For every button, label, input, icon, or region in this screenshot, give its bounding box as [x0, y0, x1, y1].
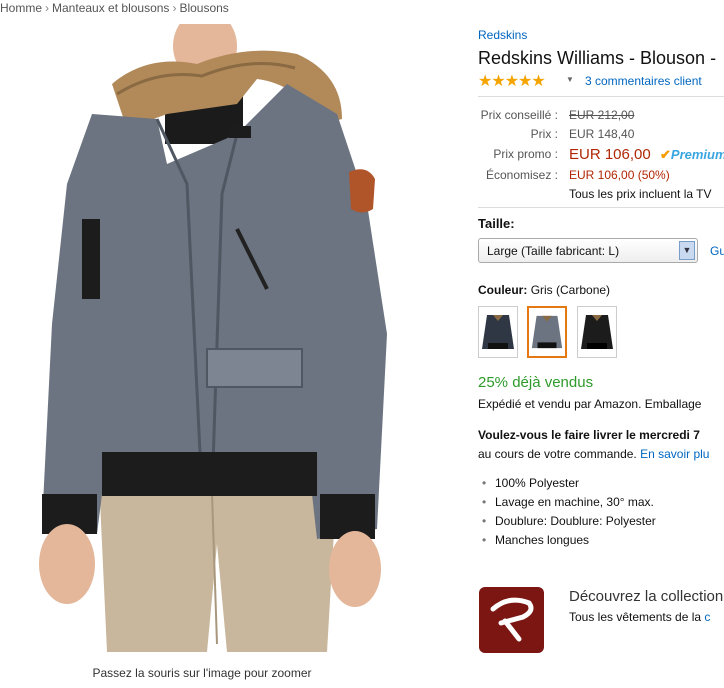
color-swatch-black[interactable]: [577, 306, 617, 358]
chevron-down-icon[interactable]: ▼: [679, 241, 695, 260]
breadcrumb-blousons[interactable]: Blousons: [179, 1, 228, 15]
feature-item: Manches longues: [478, 531, 656, 550]
size-select-value: Large (Taille fabricant: L): [487, 244, 620, 258]
promo-sub-text: Tous les vêtements de la: [569, 610, 702, 624]
promo-link[interactable]: c: [704, 610, 710, 624]
prime-badge[interactable]: ✔Premium: [660, 147, 724, 163]
delivery-question: Voulez-vous le faire livrer le mercredi …: [478, 428, 700, 442]
size-guide-link[interactable]: Gu: [710, 244, 724, 258]
size-select[interactable]: Large (Taille fabricant: L) ▼: [478, 238, 698, 263]
delivery-sub-text: au cours de votre commande.: [478, 447, 637, 461]
savings-label: Économisez :: [485, 168, 558, 182]
rating-stars[interactable]: ★★★★★: [478, 71, 546, 91]
list-price-label: Prix conseillé :: [480, 108, 558, 122]
color-label: Couleur: Gris (Carbone): [478, 283, 610, 297]
product-image[interactable]: [37, 24, 392, 652]
size-label: Taille:: [478, 216, 515, 231]
checkmark-icon: ✔: [660, 147, 671, 162]
divider: [478, 207, 724, 208]
zoom-hint: Passez la souris sur l'image pour zoomer: [92, 666, 312, 680]
breadcrumb: Homme › Manteaux et blousons › Blousons: [0, 1, 229, 15]
color-swatch-grey[interactable]: [527, 306, 567, 358]
promo-title[interactable]: Découvrez la collection: [569, 588, 723, 605]
brand-link[interactable]: Redskins: [478, 28, 527, 42]
tax-note: Tous les prix incluent la TV: [569, 187, 712, 201]
feature-item: 100% Polyester: [478, 474, 656, 493]
price-label: Prix :: [530, 127, 558, 141]
price-value: EUR 148,40: [569, 127, 635, 141]
chevron-right-icon: ›: [172, 1, 177, 15]
color-label-key: Couleur:: [478, 283, 528, 297]
promo-price-label: Prix promo :: [493, 147, 558, 161]
feature-list: 100% Polyester Lavage en machine, 30° ma…: [478, 474, 656, 550]
feature-item: Lavage en machine, 30° max.: [478, 493, 656, 512]
shipped-by: Expédié et vendu par Amazon. Emballage: [478, 397, 702, 411]
color-value: Gris (Carbone): [530, 283, 611, 297]
reviews-link[interactable]: 3 commentaires client: [585, 74, 702, 88]
breadcrumb-manteaux[interactable]: Manteaux et blousons: [52, 1, 169, 15]
list-price-value: EUR 212,00: [569, 108, 635, 122]
chevron-right-icon: ›: [45, 1, 50, 15]
sold-percentage: 25% déjà vendus: [478, 374, 594, 391]
product-title: Redskins Williams - Blouson -: [478, 48, 717, 68]
chevron-down-icon[interactable]: ▼: [566, 75, 574, 84]
promo-price-value: EUR 106,00: [569, 146, 651, 163]
divider: [478, 96, 724, 97]
brand-logo[interactable]: [479, 587, 544, 653]
breadcrumb-homme[interactable]: Homme: [0, 1, 42, 15]
color-swatch-navy[interactable]: [478, 306, 518, 358]
promo-sub: Tous les vêtements de la c: [569, 610, 710, 624]
learn-more-link[interactable]: En savoir plu: [640, 447, 709, 461]
savings-value: EUR 106,00 (50%): [569, 168, 670, 182]
feature-item: Doublure: Doublure: Polyester: [478, 512, 656, 531]
delivery-sub: au cours de votre commande. En savoir pl…: [478, 447, 709, 461]
prime-label: Premium: [670, 147, 724, 162]
